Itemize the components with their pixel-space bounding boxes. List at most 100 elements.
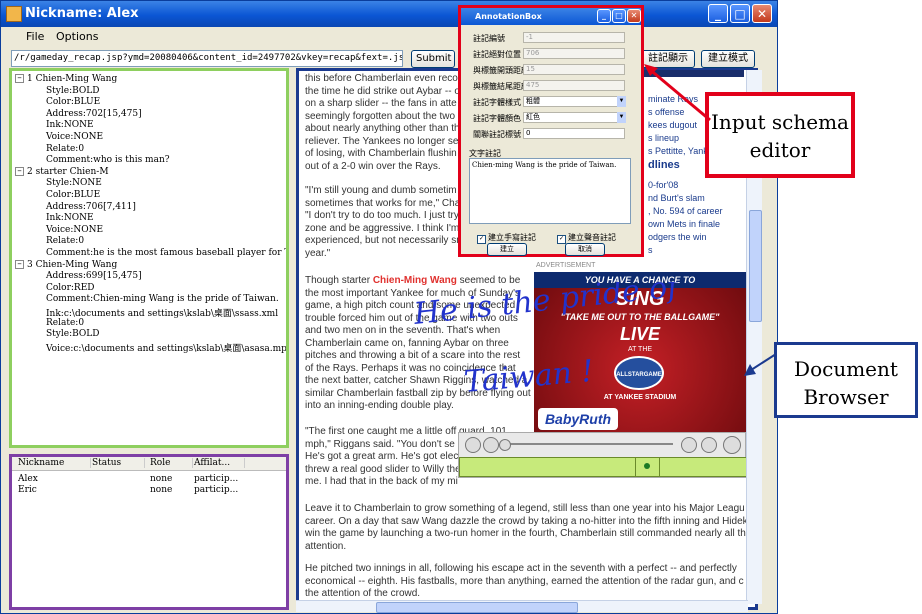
tree-node[interactable]: −1 Chien-Ming Wang [15, 74, 117, 84]
tree-property[interactable]: Ink:NONE [46, 120, 94, 130]
scroll-thumb[interactable] [376, 602, 578, 613]
tree-property[interactable]: Address:702[15,475] [46, 109, 142, 119]
seek-thumb[interactable] [499, 439, 511, 451]
tree-property[interactable]: Comment:Chien-ming Wang is the pride of … [46, 294, 279, 304]
related-link[interactable]: 0-for'08 [648, 180, 678, 190]
tree-node-label: Style:BOLD [46, 329, 100, 340]
text-line: zone and be aggressive. I think I'm [305, 222, 460, 234]
menu-bar: File Options [1, 27, 777, 47]
column-role[interactable]: Role [150, 458, 193, 468]
related-link[interactable]: s [648, 245, 653, 255]
annotation-dialog: AnnotationBox _ □ ✕ 註記編號 -1 註記絕對位置 706 與標籤開頭… [458, 5, 644, 257]
tree-property[interactable]: Color:RED [46, 283, 95, 293]
next-icon[interactable] [681, 437, 697, 453]
column-nickname[interactable]: Nickname [18, 458, 91, 468]
text-line: Leave it to Chamberlain to grow somethin… [305, 503, 745, 514]
annotation-tree[interactable]: −1 Chien-Ming Wang Style:BOLD Color:BLUE Ad… [9, 68, 289, 448]
tree-property[interactable]: Relate:0 [46, 236, 84, 246]
tree-property[interactable]: Voice:NONE [46, 132, 103, 142]
highlighted-annotation[interactable]: Chien-Ming Wang [373, 275, 457, 286]
tree-property[interactable]: Style:BOLD [46, 329, 99, 339]
related-link[interactable]: own Mets in finale [648, 219, 720, 229]
tree-property[interactable]: Voice:c:\documents and settings\kslab\桌面… [46, 341, 289, 354]
tree-property[interactable]: Voice:NONE [46, 225, 103, 235]
tree-property[interactable]: Comment:who is this man? [46, 155, 170, 165]
dialog-minimize-button[interactable]: _ [597, 9, 611, 23]
field-input: -1 [523, 32, 625, 43]
related-link[interactable]: odgers the win [648, 232, 707, 242]
document-browser-callout: Document Browser [774, 342, 918, 418]
tree-property[interactable]: Relate:0 [46, 318, 84, 328]
tree-property[interactable]: Address:706[7,411] [46, 202, 136, 212]
text-run: Though starter [305, 275, 373, 286]
menu-file[interactable]: File [26, 30, 44, 43]
text-line: attention. [305, 540, 347, 552]
play-icon[interactable] [465, 437, 481, 453]
article-paragraph: He pitched two innings in all, following… [305, 563, 744, 601]
text-line: He pitched two innings in all, following… [305, 563, 737, 574]
record-icon[interactable] [723, 436, 741, 454]
horizontal-scrollbar[interactable] [296, 600, 748, 613]
field-label: 註記字體樣式 [473, 98, 521, 107]
text-line: the next batter, catcher Shawn Riggins, … [305, 375, 528, 386]
chevron-down-icon[interactable]: ▼ [617, 96, 626, 107]
text-annotation-input[interactable]: Chien-ming Wang is the pride of Taiwan. [469, 158, 631, 224]
dialog-close-button[interactable]: ✕ [627, 9, 641, 23]
related-link[interactable]: s Pettitte, Yanks [648, 146, 712, 156]
user-list[interactable]: Nickname Status Role Affilat... Alex non… [9, 454, 289, 610]
submit-button[interactable]: Submit [411, 50, 455, 68]
ad-label: ADVERTISEMENT [536, 262, 596, 269]
url-input[interactable]: /r/gameday_recap.jsp?ymd=20080406&conten… [11, 50, 403, 67]
dialog-maximize-button[interactable]: □ [612, 9, 626, 23]
field-label: 註記字體顏色 [473, 114, 521, 123]
tree-property[interactable]: Address:699[15,475] [46, 271, 142, 281]
chevron-down-icon[interactable]: ▼ [617, 112, 626, 123]
tree-property[interactable]: Style:NONE [46, 178, 102, 188]
tree-property[interactable]: Color:BLUE [46, 97, 100, 107]
close-button[interactable]: ✕ [752, 4, 772, 23]
tree-property[interactable]: Ink:NONE [46, 213, 94, 223]
user-nickname[interactable]: Eric [18, 485, 37, 495]
scroll-thumb[interactable] [749, 210, 762, 322]
advertisement[interactable]: YOU HAVE A CHANCE TO SING "TAKE ME OUT T… [534, 272, 746, 432]
column-status[interactable]: Status [92, 458, 145, 468]
title-bar[interactable]: Nickname: Alex _ □ ✕ [1, 1, 777, 27]
ad-sing: SING [615, 288, 665, 310]
tree-node-label: Comment:he is the most famous baseball p… [46, 248, 286, 258]
collapse-icon[interactable]: − [15, 259, 24, 269]
related-link[interactable]: nd Burt's slam [648, 193, 705, 203]
cancel-button[interactable]: 取消 [565, 243, 605, 256]
volume-icon[interactable] [701, 437, 717, 453]
dropdown-select[interactable]: 粗體 [523, 96, 625, 107]
related-link[interactable]: dlines [648, 159, 680, 171]
timeline-right[interactable] [659, 457, 747, 477]
timeline-left[interactable] [459, 457, 637, 477]
tree-property[interactable]: Relate:0 [46, 144, 84, 154]
dialog-title-bar[interactable]: AnnotationBox _ □ ✕ [461, 8, 641, 25]
tree-property[interactable]: Comment:he is the most famous baseball p… [46, 248, 286, 258]
tree-node[interactable]: −2 starter Chien-M [15, 166, 109, 177]
collapse-icon[interactable]: − [15, 74, 24, 83]
menu-options[interactable]: Options [56, 30, 98, 43]
field-input[interactable]: 0 [523, 128, 625, 139]
related-link[interactable]: , No. 594 of career [648, 206, 723, 216]
text-line: the attention of the crowd. [305, 588, 421, 599]
collapse-icon[interactable]: − [15, 166, 24, 176]
tree-node-label: Voice:c:\documents and settings\kslab\桌面… [46, 343, 289, 354]
stop-icon[interactable] [483, 437, 499, 453]
maximize-button[interactable]: □ [730, 4, 750, 23]
tree-node-label: Address:702[15,475] [46, 108, 142, 119]
user-nickname[interactable]: Alex [18, 474, 38, 484]
tree-property[interactable]: Style:BOLD [46, 86, 99, 96]
create-button[interactable]: 建立 [487, 243, 527, 256]
minimize-button[interactable]: _ [708, 4, 728, 23]
seek-track[interactable] [503, 443, 673, 445]
tree-node-label: Style:NONE [46, 178, 102, 189]
dropdown-select[interactable]: 紅色 [523, 112, 625, 123]
text-line: trouble forced him out of the game with … [305, 312, 518, 324]
tree-property[interactable]: Color:BLUE [46, 190, 100, 200]
tree-node[interactable]: −3 Chien-Ming Wang [15, 259, 117, 270]
timeline-marker[interactable] [635, 457, 661, 477]
column-affiliation[interactable]: Affilat... [194, 458, 245, 468]
text-line: this before Chamberlain even reco [305, 73, 458, 84]
